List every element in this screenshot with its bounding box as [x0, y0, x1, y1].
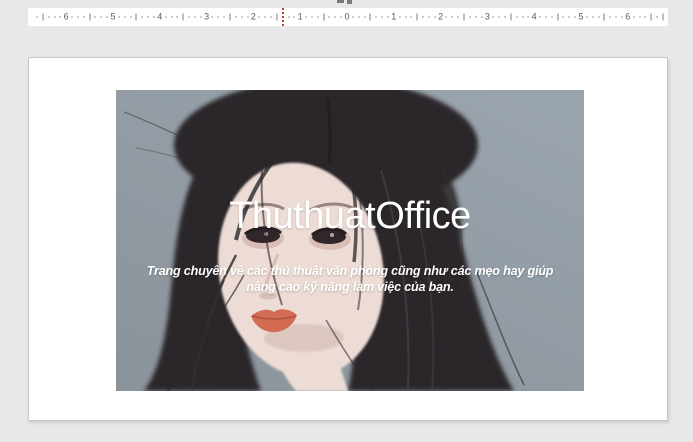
ruler-guide-line: [282, 8, 284, 26]
portrait-photo: [116, 90, 584, 391]
document-canvas: ThuthuatOffice Trang chuyên về các thủ t…: [0, 26, 693, 442]
document-page[interactable]: ThuthuatOffice Trang chuyên về các thủ t…: [28, 57, 668, 421]
ribbon-remnant-icon: [347, 0, 352, 4]
ribbon-remnant-icon: [337, 0, 344, 3]
hero-image[interactable]: ThuthuatOffice Trang chuyên về các thủ t…: [116, 90, 584, 391]
horizontal-ruler[interactable]: 6543210123456: [28, 8, 668, 26]
ribbon-bottom-edge: [0, 0, 693, 8]
